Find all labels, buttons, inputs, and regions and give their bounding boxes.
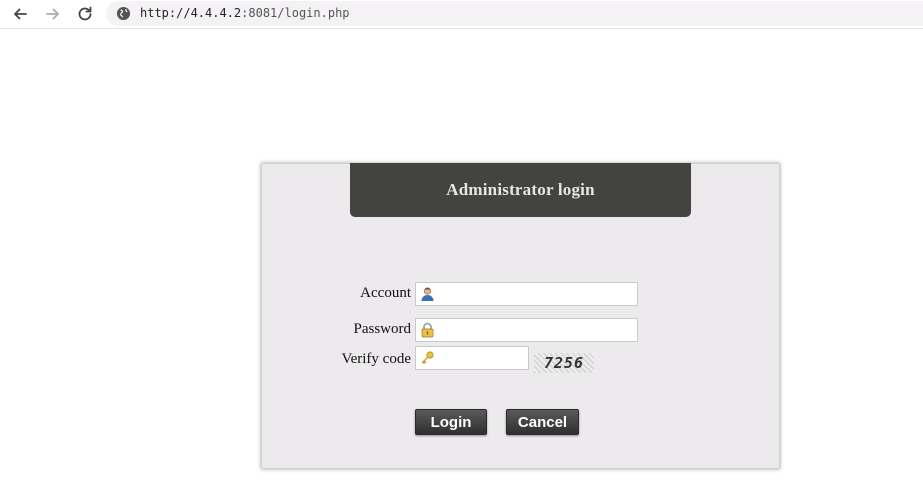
url-text: http://4.4.4.2:8081/login.php <box>140 6 350 20</box>
reload-button[interactable] <box>74 3 96 25</box>
account-field[interactable] <box>415 282 638 306</box>
browser-toolbar: http://4.4.4.2:8081/login.php <box>0 0 923 29</box>
cancel-button[interactable]: Cancel <box>506 409 579 435</box>
address-bar[interactable]: http://4.4.4.2:8081/login.php <box>106 1 923 26</box>
login-title: Administrator login <box>446 180 595 199</box>
verify-code-label: Verify code <box>341 351 411 367</box>
login-panel: Administrator login Account Password Ver… <box>261 163 780 469</box>
back-button[interactable] <box>9 3 31 25</box>
login-header: Administrator login <box>350 163 691 217</box>
arrow-left-icon <box>14 8 27 20</box>
password-field[interactable] <box>415 318 638 342</box>
password-input[interactable] <box>438 321 637 341</box>
globe-icon <box>116 6 131 21</box>
login-button[interactable]: Login <box>415 409 487 435</box>
captcha-image[interactable]: 7256 <box>534 353 594 373</box>
forward-button[interactable] <box>42 3 64 25</box>
user-icon <box>421 287 434 301</box>
captcha-text: 7256 <box>543 354 585 372</box>
key-icon <box>421 351 434 364</box>
reload-icon <box>78 6 92 21</box>
account-label: Account <box>360 285 411 301</box>
verify-code-input[interactable] <box>438 349 528 369</box>
password-label: Password <box>353 321 411 337</box>
verify-code-field[interactable] <box>415 346 529 370</box>
account-input[interactable] <box>438 285 637 305</box>
arrow-right-icon <box>46 8 59 20</box>
url-host: http://4.4.4.2 <box>140 6 242 20</box>
url-path: :8081/login.php <box>241 6 350 20</box>
lock-icon <box>421 322 434 338</box>
